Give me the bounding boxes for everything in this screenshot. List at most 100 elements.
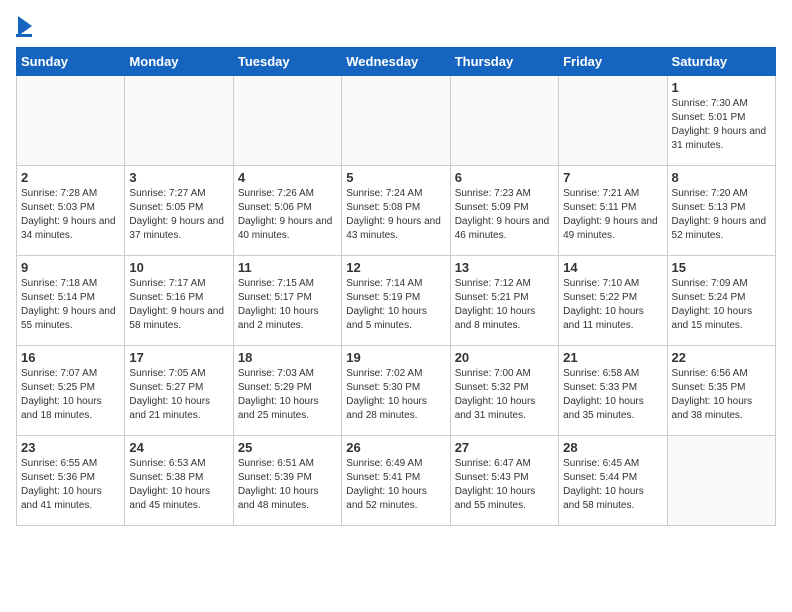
- day-info: Sunrise: 7:26 AM Sunset: 5:06 PM Dayligh…: [238, 187, 337, 243]
- calendar-cell: 13 Sunrise: 7:12 AM Sunset: 5:21 PM Dayli…: [450, 256, 558, 346]
- day-info: Sunrise: 7:21 AM Sunset: 5:11 PM Dayligh…: [563, 187, 662, 243]
- calendar-header-row: SundayMondayTuesdayWednesdayThursdayFrid…: [17, 48, 776, 76]
- day-info: Sunrise: 6:58 AM Sunset: 5:33 PM Dayligh…: [563, 367, 662, 423]
- calendar-cell: 23 Sunrise: 6:55 AM Sunset: 5:36 PM Dayli…: [17, 436, 125, 526]
- day-number: 19: [346, 350, 445, 365]
- day-info: Sunrise: 6:55 AM Sunset: 5:36 PM Dayligh…: [21, 457, 120, 513]
- day-info: Sunrise: 6:53 AM Sunset: 5:38 PM Dayligh…: [129, 457, 228, 513]
- day-info: Sunrise: 7:09 AM Sunset: 5:24 PM Dayligh…: [672, 277, 771, 333]
- calendar-cell: 10 Sunrise: 7:17 AM Sunset: 5:16 PM Dayli…: [125, 256, 233, 346]
- calendar-cell: 21Sunrise: 6:58 AM Sunset: 5:33 PM Dayli…: [559, 346, 667, 436]
- day-number: 26: [346, 440, 445, 455]
- column-header-thursday: Thursday: [450, 48, 558, 76]
- day-number: 13: [455, 260, 554, 275]
- day-info: Sunrise: 6:56 AM Sunset: 5:35 PM Dayligh…: [672, 367, 771, 423]
- day-number: 17: [129, 350, 228, 365]
- day-info: Sunrise: 7:03 AM Sunset: 5:29 PM Dayligh…: [238, 367, 337, 423]
- calendar-cell: 8 Sunrise: 7:20 AM Sunset: 5:13 PM Daylig…: [667, 166, 775, 256]
- day-info: Sunrise: 6:45 AM Sunset: 5:44 PM Dayligh…: [563, 457, 662, 513]
- day-info: Sunrise: 7:23 AM Sunset: 5:09 PM Dayligh…: [455, 187, 554, 243]
- day-number: 16: [21, 350, 120, 365]
- column-header-monday: Monday: [125, 48, 233, 76]
- day-info: Sunrise: 7:07 AM Sunset: 5:25 PM Dayligh…: [21, 367, 120, 423]
- week-row-2: 2 Sunrise: 7:28 AM Sunset: 5:03 PM Daylig…: [17, 166, 776, 256]
- day-number: 18: [238, 350, 337, 365]
- day-number: 1: [672, 80, 771, 95]
- day-number: 7: [563, 170, 662, 185]
- day-info: Sunrise: 7:14 AM Sunset: 5:19 PM Dayligh…: [346, 277, 445, 333]
- column-header-saturday: Saturday: [667, 48, 775, 76]
- day-number: 8: [672, 170, 771, 185]
- calendar-cell: [667, 436, 775, 526]
- calendar-cell: 18 Sunrise: 7:03 AM Sunset: 5:29 PM Dayli…: [233, 346, 341, 436]
- calendar-cell: 16 Sunrise: 7:07 AM Sunset: 5:25 PM Dayli…: [17, 346, 125, 436]
- day-info: Sunrise: 7:24 AM Sunset: 5:08 PM Dayligh…: [346, 187, 445, 243]
- day-number: 3: [129, 170, 228, 185]
- calendar-cell: 22 Sunrise: 6:56 AM Sunset: 5:35 PM Dayli…: [667, 346, 775, 436]
- day-info: Sunrise: 7:20 AM Sunset: 5:13 PM Dayligh…: [672, 187, 771, 243]
- day-info: Sunrise: 7:02 AM Sunset: 5:30 PM Dayligh…: [346, 367, 445, 423]
- day-info: Sunrise: 7:28 AM Sunset: 5:03 PM Dayligh…: [21, 187, 120, 243]
- calendar-cell: 9 Sunrise: 7:18 AM Sunset: 5:14 PM Daylig…: [17, 256, 125, 346]
- week-row-4: 16 Sunrise: 7:07 AM Sunset: 5:25 PM Dayli…: [17, 346, 776, 436]
- calendar-cell: [17, 76, 125, 166]
- day-number: 12: [346, 260, 445, 275]
- day-info: Sunrise: 7:18 AM Sunset: 5:14 PM Dayligh…: [21, 277, 120, 333]
- day-info: Sunrise: 7:15 AM Sunset: 5:17 PM Dayligh…: [238, 277, 337, 333]
- day-info: Sunrise: 7:17 AM Sunset: 5:16 PM Dayligh…: [129, 277, 228, 333]
- page-header: [16, 16, 776, 37]
- calendar-cell: 15 Sunrise: 7:09 AM Sunset: 5:24 PM Dayli…: [667, 256, 775, 346]
- day-number: 2: [21, 170, 120, 185]
- day-number: 9: [21, 260, 120, 275]
- day-info: Sunrise: 7:10 AM Sunset: 5:22 PM Dayligh…: [563, 277, 662, 333]
- calendar-cell: [559, 76, 667, 166]
- day-number: 11: [238, 260, 337, 275]
- calendar-cell: 2 Sunrise: 7:28 AM Sunset: 5:03 PM Daylig…: [17, 166, 125, 256]
- calendar-cell: 1 Sunrise: 7:30 AM Sunset: 5:01 PM Daylig…: [667, 76, 775, 166]
- week-row-5: 23 Sunrise: 6:55 AM Sunset: 5:36 PM Dayli…: [17, 436, 776, 526]
- calendar-cell: 26 Sunrise: 6:49 AM Sunset: 5:41 PM Dayli…: [342, 436, 450, 526]
- day-number: 15: [672, 260, 771, 275]
- calendar-cell: 4 Sunrise: 7:26 AM Sunset: 5:06 PM Daylig…: [233, 166, 341, 256]
- week-row-1: 1 Sunrise: 7:30 AM Sunset: 5:01 PM Daylig…: [17, 76, 776, 166]
- calendar-cell: [233, 76, 341, 166]
- logo-arrow-icon: [18, 16, 32, 36]
- day-info: Sunrise: 6:51 AM Sunset: 5:39 PM Dayligh…: [238, 457, 337, 513]
- day-info: Sunrise: 7:12 AM Sunset: 5:21 PM Dayligh…: [455, 277, 554, 333]
- calendar-cell: 5 Sunrise: 7:24 AM Sunset: 5:08 PM Daylig…: [342, 166, 450, 256]
- calendar-cell: 7 Sunrise: 7:21 AM Sunset: 5:11 PM Daylig…: [559, 166, 667, 256]
- calendar-cell: 3 Sunrise: 7:27 AM Sunset: 5:05 PM Daylig…: [125, 166, 233, 256]
- column-header-sunday: Sunday: [17, 48, 125, 76]
- calendar-cell: 28Sunrise: 6:45 AM Sunset: 5:44 PM Dayli…: [559, 436, 667, 526]
- calendar-cell: 12 Sunrise: 7:14 AM Sunset: 5:19 PM Dayli…: [342, 256, 450, 346]
- calendar-cell: 24 Sunrise: 6:53 AM Sunset: 5:38 PM Dayli…: [125, 436, 233, 526]
- day-number: 27: [455, 440, 554, 455]
- day-number: 24: [129, 440, 228, 455]
- day-number: 6: [455, 170, 554, 185]
- day-info: Sunrise: 7:27 AM Sunset: 5:05 PM Dayligh…: [129, 187, 228, 243]
- calendar-cell: 20Sunrise: 7:00 AM Sunset: 5:32 PM Dayli…: [450, 346, 558, 436]
- day-number: 20: [455, 350, 554, 365]
- week-row-3: 9 Sunrise: 7:18 AM Sunset: 5:14 PM Daylig…: [17, 256, 776, 346]
- calendar-cell: 11 Sunrise: 7:15 AM Sunset: 5:17 PM Dayli…: [233, 256, 341, 346]
- day-number: 23: [21, 440, 120, 455]
- calendar-cell: [125, 76, 233, 166]
- calendar-cell: 27 Sunrise: 6:47 AM Sunset: 5:43 PM Dayli…: [450, 436, 558, 526]
- day-number: 22: [672, 350, 771, 365]
- calendar-table: SundayMondayTuesdayWednesdayThursdayFrid…: [16, 47, 776, 526]
- day-info: Sunrise: 7:30 AM Sunset: 5:01 PM Dayligh…: [672, 97, 771, 153]
- day-number: 5: [346, 170, 445, 185]
- calendar-cell: 6 Sunrise: 7:23 AM Sunset: 5:09 PM Daylig…: [450, 166, 558, 256]
- logo: [16, 16, 32, 37]
- day-info: Sunrise: 6:47 AM Sunset: 5:43 PM Dayligh…: [455, 457, 554, 513]
- calendar-cell: [342, 76, 450, 166]
- day-number: 10: [129, 260, 228, 275]
- day-info: Sunrise: 6:49 AM Sunset: 5:41 PM Dayligh…: [346, 457, 445, 513]
- calendar-cell: 14 Sunrise: 7:10 AM Sunset: 5:22 PM Dayli…: [559, 256, 667, 346]
- logo-underline: [16, 34, 32, 37]
- column-header-wednesday: Wednesday: [342, 48, 450, 76]
- calendar-cell: [450, 76, 558, 166]
- day-number: 4: [238, 170, 337, 185]
- calendar-cell: 17Sunrise: 7:05 AM Sunset: 5:27 PM Dayli…: [125, 346, 233, 436]
- day-number: 14: [563, 260, 662, 275]
